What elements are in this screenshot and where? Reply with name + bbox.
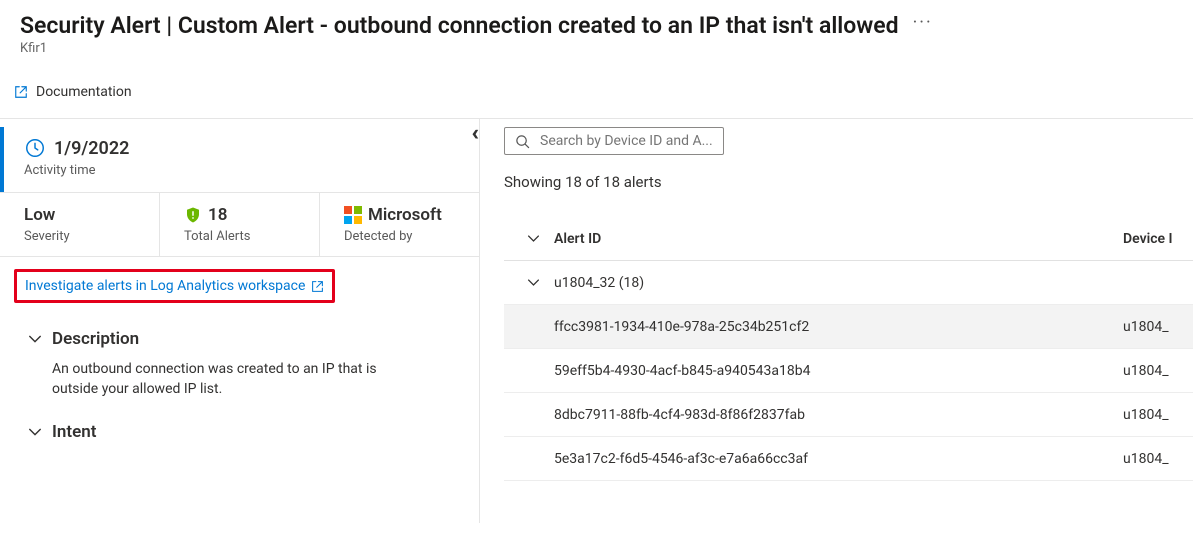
alerts-pane: Showing 18 of 18 alerts Alert ID Device …: [480, 119, 1193, 523]
total-alerts-label: Total Alerts: [184, 229, 301, 244]
table-row[interactable]: 8dbc7911-88fb-4cf4-983d-8f86f2837fab u18…: [504, 393, 1193, 437]
table-header-row: Alert ID Device I: [504, 217, 1193, 261]
detected-by-label: Detected by: [344, 229, 461, 244]
activity-time-value: 1/9/2022: [54, 138, 129, 159]
page-title: Security Alert | Custom Alert - outbound…: [20, 12, 899, 39]
total-alerts-card: 18 Total Alerts: [160, 193, 320, 256]
severity-value: Low: [24, 205, 141, 225]
toolbar: Documentation: [0, 66, 1193, 119]
microsoft-logo-icon: [344, 206, 362, 224]
intent-title: Intent: [52, 422, 96, 442]
shield-icon: [184, 206, 202, 224]
documentation-link[interactable]: Documentation: [10, 80, 136, 104]
table-row[interactable]: 59eff5b4-4930-4acf-b845-a940543a18b4 u18…: [504, 349, 1193, 393]
page-subtitle: Kfir1: [20, 41, 1173, 56]
description-title: Description: [52, 329, 139, 349]
chevron-down-icon: [527, 276, 540, 289]
stats-row: Low Severity 18 Total Alerts: [0, 192, 479, 257]
device-cell: u1804_: [1123, 451, 1193, 467]
description-section: Description An outbound connection was c…: [0, 321, 479, 414]
search-box: [504, 127, 724, 155]
column-alert-id[interactable]: Alert ID: [554, 231, 1123, 247]
severity-label: Severity: [24, 229, 141, 244]
chevron-down-icon: [28, 425, 42, 439]
table-row[interactable]: 5e3a17c2-f6d5-4546-af3c-e7a6a66cc3af u18…: [504, 437, 1193, 481]
detected-by-value: Microsoft: [368, 205, 442, 225]
activity-time-card: 1/9/2022 Activity time: [0, 127, 479, 192]
documentation-label: Documentation: [36, 84, 132, 100]
collapse-pane-button[interactable]: ‹‹: [465, 119, 479, 148]
investigate-link-highlight: Investigate alerts in Log Analytics work…: [14, 269, 335, 303]
alert-id-cell: 5e3a17c2-f6d5-4546-af3c-e7a6a66cc3af: [554, 451, 1123, 467]
alert-id-cell: 59eff5b4-4930-4acf-b845-a940543a18b4: [554, 363, 1123, 379]
intent-toggle[interactable]: Intent: [28, 422, 455, 442]
intent-section: Intent: [0, 414, 479, 450]
details-pane: ‹‹ 1/9/2022 Activity time Low Severity: [0, 119, 480, 523]
alert-id-cell: ffcc3981-1934-410e-978a-25c34b251cf2: [554, 319, 1123, 335]
column-device[interactable]: Device I: [1123, 231, 1193, 247]
alerts-table: Alert ID Device I u1804_32 (18) ffcc3981…: [504, 217, 1193, 481]
chevron-down-icon: [527, 232, 540, 245]
activity-time-label: Activity time: [24, 163, 463, 178]
external-link-icon: [311, 280, 324, 293]
group-row[interactable]: u1804_32 (18): [504, 261, 1193, 305]
total-alerts-value: 18: [208, 205, 227, 225]
search-icon: [515, 134, 530, 149]
device-cell: u1804_: [1123, 363, 1193, 379]
detected-by-card: Microsoft Detected by: [320, 193, 479, 256]
description-toggle[interactable]: Description: [28, 329, 455, 349]
description-body: An outbound connection was created to an…: [52, 359, 422, 400]
page-header: Security Alert | Custom Alert - outbound…: [0, 0, 1193, 66]
alert-id-cell: 8dbc7911-88fb-4cf4-983d-8f86f2837fab: [554, 407, 1123, 423]
investigate-link[interactable]: Investigate alerts in Log Analytics work…: [25, 278, 305, 294]
device-cell: u1804_: [1123, 319, 1193, 335]
group-name: u1804_32 (18): [554, 275, 1123, 291]
chevron-down-icon: [28, 332, 42, 346]
table-row[interactable]: ffcc3981-1934-410e-978a-25c34b251cf2 u18…: [504, 305, 1193, 349]
more-actions-button[interactable]: ···: [913, 12, 933, 39]
result-count: Showing 18 of 18 alerts: [504, 173, 1193, 191]
severity-card: Low Severity: [0, 193, 160, 256]
expand-all-toggle[interactable]: [512, 232, 554, 245]
clock-icon: [24, 137, 46, 159]
external-link-icon: [14, 85, 28, 99]
search-input[interactable]: [540, 133, 713, 149]
device-cell: u1804_: [1123, 407, 1193, 423]
